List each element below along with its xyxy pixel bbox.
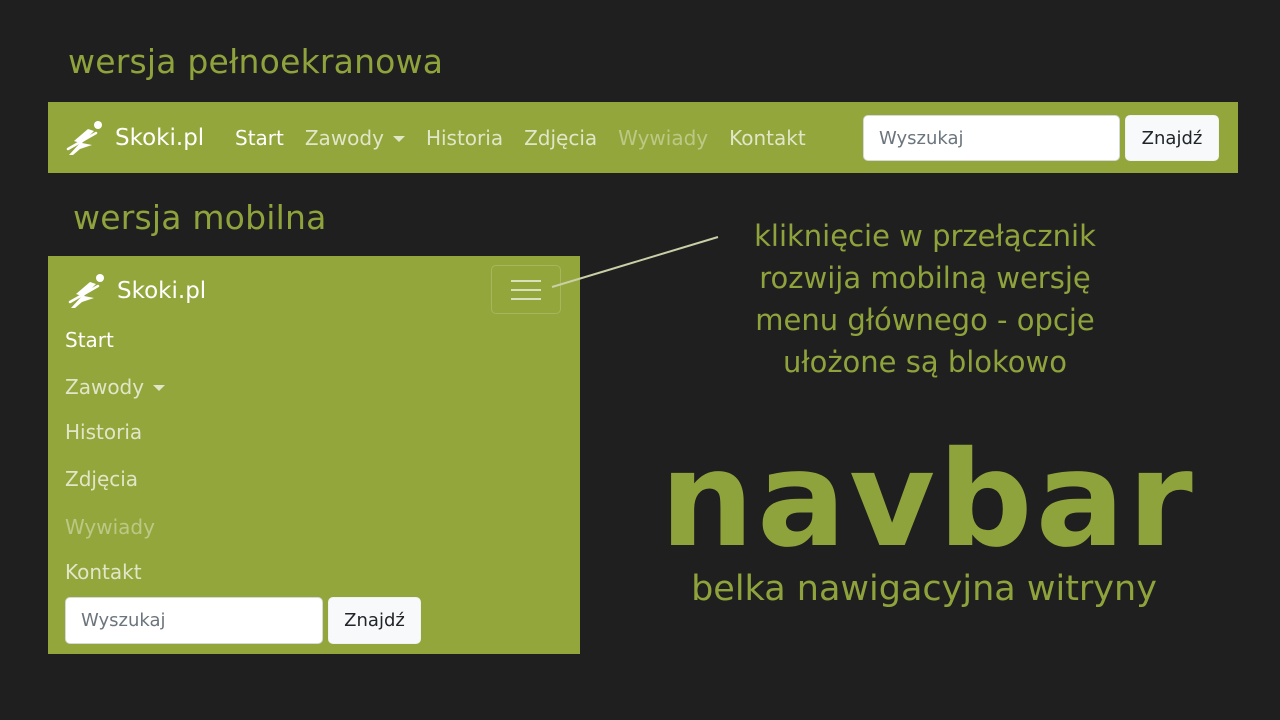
annotation-line: menu głównego - opcje	[755, 303, 1095, 337]
annotation-line: rozwija mobilną wersję	[759, 261, 1091, 295]
slide: wersja pełnoekranowa Skoki.pl Start Zawo…	[0, 0, 1280, 720]
slide-title: navbar	[660, 423, 1196, 577]
annotation-text: kliknięcie w przełącznik rozwija mobilną…	[700, 215, 1150, 383]
annotation-line: ułożone są blokowo	[782, 345, 1068, 379]
slide-subtitle: belka nawigacyjna witryny	[691, 569, 1157, 609]
annotation-line: kliknięcie w przełącznik	[754, 219, 1096, 253]
